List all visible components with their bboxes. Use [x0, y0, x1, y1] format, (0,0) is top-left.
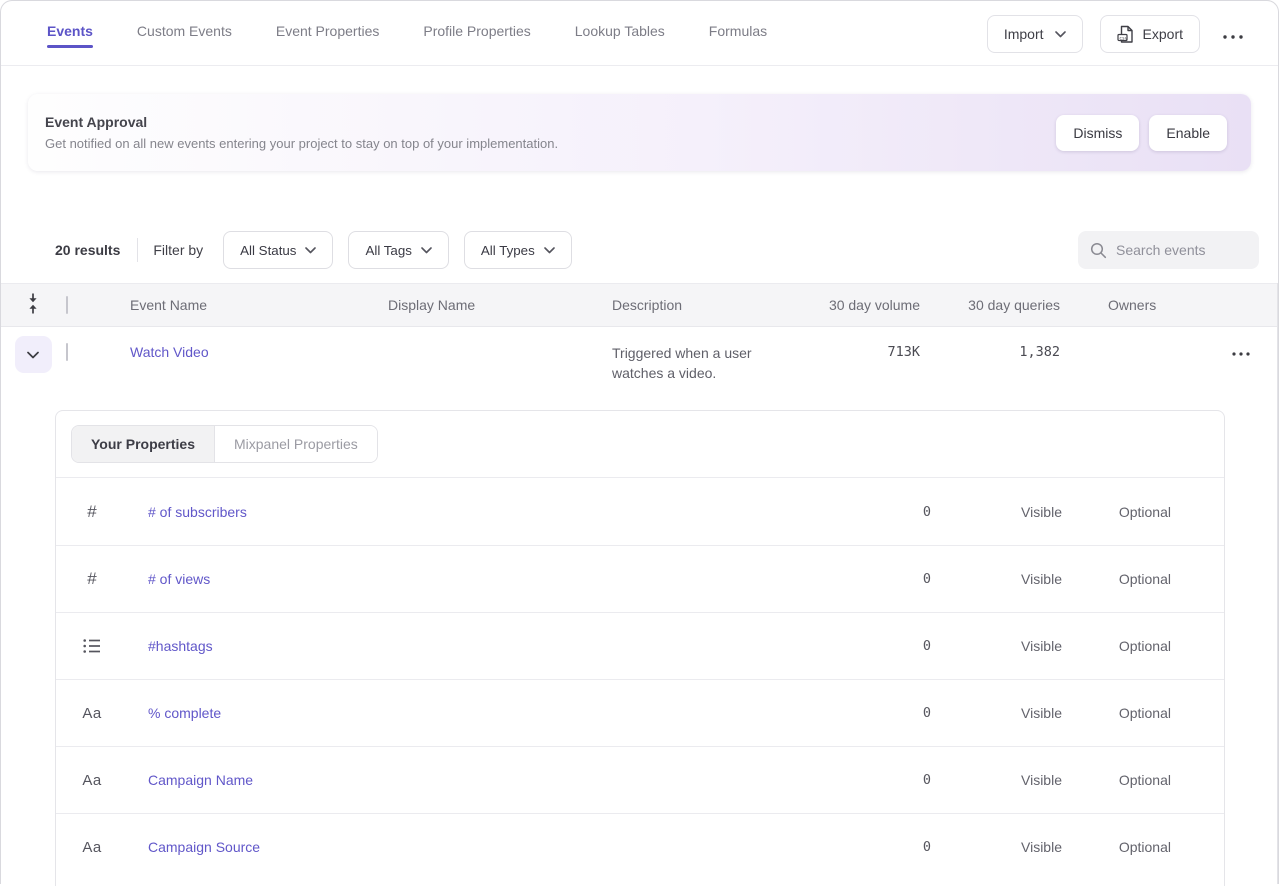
row-expander-button[interactable]	[15, 336, 52, 373]
search-input[interactable]	[1116, 242, 1246, 258]
property-requirement: Optional	[1062, 705, 1171, 721]
column-header-queries: 30 day queries	[920, 297, 1060, 313]
text-type-icon: Aa	[82, 772, 101, 789]
property-requirement: Optional	[1062, 839, 1171, 855]
tab-custom-events[interactable]: Custom Events	[137, 0, 232, 48]
column-header-owners: Owners	[1060, 297, 1203, 313]
top-navigation: Events Custom Events Event Properties Pr…	[0, 0, 1279, 66]
property-visibility: Visible	[931, 638, 1062, 654]
event-description: Triggered when a user watches a video.	[612, 327, 778, 383]
tags-filter-dropdown[interactable]: All Tags	[348, 231, 448, 269]
search-events-box[interactable]	[1078, 231, 1259, 269]
tab-lookup-tables[interactable]: Lookup Tables	[575, 0, 665, 48]
chevron-down-icon	[27, 351, 39, 359]
results-count: 20 results	[55, 242, 120, 258]
collapse-all-button[interactable]	[22, 288, 44, 322]
property-row: #hashtags 0 Visible Optional	[56, 612, 1224, 679]
status-filter-dropdown[interactable]: All Status	[223, 231, 333, 269]
events-table-header: Event Name Display Name Description 30 d…	[0, 283, 1279, 327]
filter-by-label: Filter by	[153, 242, 203, 258]
tab-events[interactable]: Events	[47, 0, 93, 48]
property-value: 0	[791, 571, 931, 587]
csv-file-icon: csv	[1117, 25, 1134, 44]
list-type-icon	[83, 638, 101, 654]
lexicon-tabs: Events Custom Events Event Properties Pr…	[0, 0, 767, 48]
column-header-display-name: Display Name	[388, 297, 612, 313]
property-visibility: Visible	[931, 705, 1062, 721]
filter-toolbar: 20 results Filter by All Status All Tags…	[0, 231, 1279, 269]
chevron-down-icon	[544, 247, 555, 254]
property-requirement: Optional	[1062, 638, 1171, 654]
properties-tab-switcher: Your Properties Mixpanel Properties	[71, 425, 378, 463]
tab-event-properties[interactable]: Event Properties	[276, 0, 380, 48]
property-requirement: Optional	[1062, 504, 1171, 520]
number-type-icon: #	[87, 502, 96, 522]
queries-value: 1,382	[920, 327, 1060, 360]
property-visibility: Visible	[931, 504, 1062, 520]
property-row: # # of views 0 Visible Optional	[56, 545, 1224, 612]
column-header-description: Description	[612, 297, 803, 313]
ellipsis-icon	[1223, 35, 1243, 39]
collapse-vertical-icon	[26, 292, 40, 315]
column-header-volume: 30 day volume	[803, 297, 920, 313]
dismiss-button[interactable]: Dismiss	[1056, 115, 1139, 151]
import-button[interactable]: Import	[987, 15, 1083, 53]
owners-cell	[1060, 327, 1203, 344]
property-row: Aa Campaign Name 0 Visible Optional	[56, 746, 1224, 813]
property-name-link[interactable]: Campaign Source	[148, 839, 260, 855]
row-checkbox[interactable]	[66, 343, 68, 361]
tab-profile-properties[interactable]: Profile Properties	[423, 0, 530, 48]
select-all-checkbox[interactable]	[66, 296, 68, 314]
volume-value: 713K	[803, 327, 920, 360]
property-name-link[interactable]: Campaign Name	[148, 772, 253, 788]
property-visibility: Visible	[931, 772, 1062, 788]
ellipsis-icon	[1232, 352, 1250, 356]
property-requirement: Optional	[1062, 772, 1171, 788]
svg-text:csv: csv	[1119, 36, 1128, 41]
event-name-link[interactable]: Watch Video	[130, 344, 209, 360]
property-row: Aa Campaign Source 0 Visible Optional	[56, 813, 1224, 880]
property-visibility: Visible	[931, 839, 1062, 855]
export-button-label: Export	[1143, 26, 1183, 42]
text-type-icon: Aa	[82, 705, 101, 722]
property-visibility: Visible	[931, 571, 1062, 587]
scroll-track-edge	[1277, 283, 1278, 884]
property-name-link[interactable]: # of views	[148, 571, 210, 587]
properties-tabs-row: Your Properties Mixpanel Properties	[56, 411, 1224, 478]
event-properties-panel: Your Properties Mixpanel Properties # # …	[55, 410, 1225, 886]
event-row-watch-video: Watch Video Triggered when a user watche…	[0, 327, 1279, 395]
divider	[137, 238, 138, 262]
property-value: 0	[791, 504, 931, 520]
number-type-icon: #	[87, 569, 96, 589]
more-options-button[interactable]	[1217, 23, 1249, 46]
property-value: 0	[791, 638, 931, 654]
tab-your-properties[interactable]: Your Properties	[72, 426, 215, 462]
property-value: 0	[791, 839, 931, 855]
search-icon	[1090, 242, 1107, 259]
types-filter-dropdown[interactable]: All Types	[464, 231, 572, 269]
property-row: Aa % complete 0 Visible Optional	[56, 679, 1224, 746]
property-value: 0	[791, 772, 931, 788]
enable-button[interactable]: Enable	[1149, 115, 1227, 151]
banner-title: Event Approval	[45, 114, 558, 130]
property-requirement: Optional	[1062, 571, 1171, 587]
property-name-link[interactable]: #hashtags	[148, 638, 213, 654]
property-value: 0	[791, 705, 931, 721]
chevron-down-icon	[1055, 31, 1066, 38]
chevron-down-icon	[305, 247, 316, 254]
display-name-cell	[388, 327, 612, 344]
text-type-icon: Aa	[82, 839, 101, 856]
column-header-event-name: Event Name	[130, 297, 388, 313]
banner-subtitle: Get notified on all new events entering …	[45, 136, 558, 151]
property-name-link[interactable]: # of subscribers	[148, 504, 247, 520]
tab-mixpanel-properties[interactable]: Mixpanel Properties	[215, 426, 377, 462]
property-row: # # of subscribers 0 Visible Optional	[56, 478, 1224, 545]
row-actions-button[interactable]	[1228, 340, 1254, 363]
chevron-down-icon	[421, 247, 432, 254]
tab-formulas[interactable]: Formulas	[709, 0, 767, 48]
property-name-link[interactable]: % complete	[148, 705, 221, 721]
export-button[interactable]: csv Export	[1100, 15, 1200, 53]
import-button-label: Import	[1004, 26, 1044, 42]
event-approval-banner: Event Approval Get notified on all new e…	[28, 94, 1251, 171]
